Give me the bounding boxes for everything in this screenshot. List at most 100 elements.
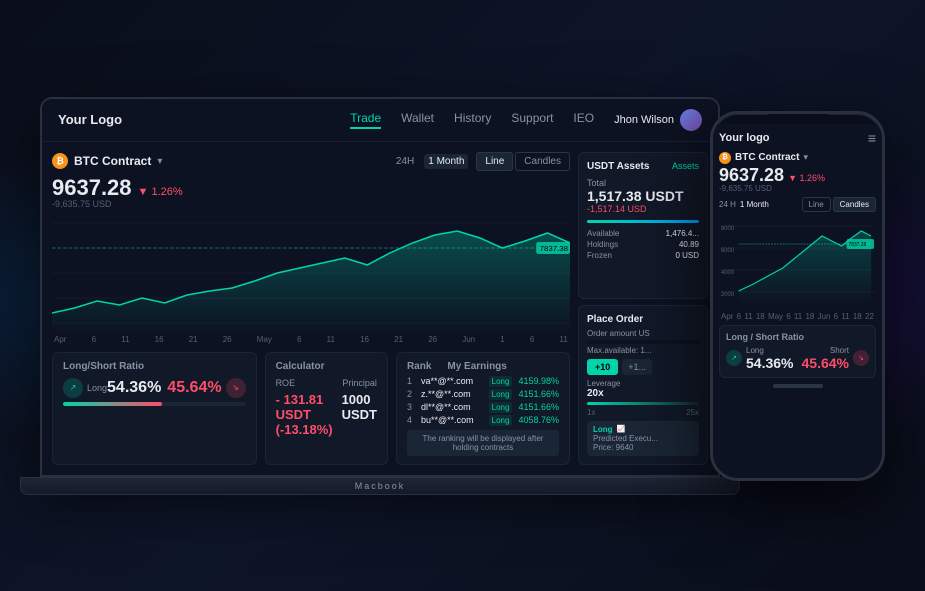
order-amount-input[interactable] [587,340,699,344]
frozen-label: Frozen [587,251,612,260]
phone-price-change: ▼ 1.26% [788,173,825,183]
calc-values-row: - 131.81 USDT (-13.18%) 1000 USDT [276,392,377,437]
predicted-box: Long 📈 Predicted Execu... Price: 9640 [587,421,699,456]
available-label: Available [587,229,619,238]
svg-text:2000: 2000 [721,291,735,297]
phone-device: Your logo ≡ ₿ BTC Contract ▾ 9637.28 ▼ 1… [710,111,885,481]
assets-link[interactable]: Assets [672,161,699,171]
chart-price-usd: -9,635.75 USD [52,199,570,209]
chart-type-line[interactable]: Line [476,152,513,171]
rank-4: 4 [407,415,415,425]
phone-contract-row: ₿ BTC Contract ▾ [719,152,876,164]
chart-title-area: ₿ BTC Contract ▾ [52,153,162,169]
phone-price-usd: -9,635.75 USD [719,184,876,193]
laptop-wrapper: Your Logo Trade Wallet History Support I… [40,97,740,495]
phone-period-1month[interactable]: 1 Month [740,200,769,209]
ls-row: ↗ Long 54.36% 45.64% ↘ [63,378,246,398]
email-1: va**@**.com [421,376,483,386]
email-4: bu**@**.com [421,415,483,425]
ls-short-row: 45.64% ↘ [167,378,245,398]
available-value: 1,476.4... [666,229,699,238]
rank-2: 2 [407,389,415,399]
earn-3: 4151.66% [518,402,559,412]
period-1month[interactable]: 1 Month [424,154,468,169]
earnings-box: Rank My Earnings 1 va**@**.com Long 4159… [396,352,570,465]
roe-value: - 131.81 USDT (-13.18%) [276,392,342,437]
avatar [680,109,702,131]
leverage-slider[interactable] [587,402,699,405]
leverage-label: Leverage [587,379,699,388]
assets-total-change: -1,517.14 USD [587,204,699,214]
nav-logo: Your Logo [58,112,122,127]
phone-btc-icon: ₿ [719,152,731,164]
earnings-row-1: 1 va**@**.com Long 4159.98% [407,376,559,387]
earnings-header: Rank My Earnings [407,361,559,372]
phone-chart-svg: 8000 6000 4000 2000 7837.28 [719,216,876,306]
order-btn-more[interactable]: +1... [622,359,652,375]
order-btn-plus10[interactable]: +10 [587,359,618,375]
type-1: Long [489,376,513,387]
earnings-row-2: 2 z.**@**.com Long 4151.66% [407,389,559,400]
chart-section: ₿ BTC Contract ▾ 24H 1 Month Line Can [52,152,570,465]
earnings-row-4: 4 bu**@**.com Long 4058.76% [407,415,559,426]
nav-link-ieo[interactable]: IEO [573,111,594,129]
calculator-box: Calculator ROE Principal - 131.81 USDT (… [265,352,388,465]
ranking-notice: The ranking will be displayed after hold… [407,430,559,456]
svg-text:8000: 8000 [721,225,735,231]
earn-4: 4058.76% [518,415,559,425]
phone-type-btns: Line Candles [802,197,876,212]
ls-short-pct: 45.64% [167,379,221,397]
laptop-device: Your Logo Trade Wallet History Support I… [40,97,720,477]
nav-link-trade[interactable]: Trade [350,111,381,129]
nav-link-support[interactable]: Support [511,111,553,129]
phone-x-axis: Apr 6 11 18 May 6 11 18 Jun 6 11 18 22 [719,312,876,321]
phone-menu-icon[interactable]: ≡ [868,130,876,146]
chart-type-btns: Line Candles [476,152,570,171]
chart-price-change: ▼ 1.26% [138,186,183,198]
rank-1: 1 [407,376,415,386]
phone-price-row: 9637.28 ▼ 1.26% [719,166,876,184]
phone-notch [768,114,828,124]
phone-type-line[interactable]: Line [802,197,831,212]
phone-ls-title: Long / Short Ratio [726,332,869,342]
phone-wrapper: Your logo ≡ ₿ BTC Contract ▾ 9637.28 ▼ 1… [710,111,885,481]
phone-short-pct: 45.64% [802,355,849,371]
chart-caret-icon: ▾ [157,156,162,167]
bottom-sections: Long/Short Ratio ↗ Long 54.36% 45.64% [52,352,570,465]
nav-link-history[interactable]: History [454,111,491,129]
svg-text:7837.28: 7837.28 [849,241,867,247]
svg-text:6000: 6000 [721,247,735,253]
phone-ls-long-icon: ↗ [726,350,742,366]
assets-total-value: 1,517.38 USDT [587,188,699,205]
phone-nav: Your logo ≡ [719,130,876,146]
chart-type-candles[interactable]: Candles [515,152,570,171]
leverage-min: 1x [587,408,595,417]
ls-short-icon: ↘ [226,378,246,398]
phone-period-24h[interactable]: 24 H [719,200,736,209]
phone-type-candles[interactable]: Candles [833,197,876,212]
rank-3: 3 [407,402,415,412]
assets-available-row: Available 1,476.4... [587,229,699,238]
nav-username: Jhon Wilson [614,114,674,126]
period-24h[interactable]: 24H [392,154,418,169]
roe-label: ROE [276,378,296,388]
type-4: Long [489,415,513,426]
nav-link-wallet[interactable]: Wallet [401,111,434,129]
assets-box: USDT Assets Assets Total 1,517.38 USDT -… [578,152,708,299]
assets-bar [587,220,699,223]
phone-ls-long: ↗ Long 54.36% [726,346,793,371]
phone-long-label: Long [746,346,793,355]
laptop-screen: Your Logo Trade Wallet History Support I… [42,99,718,475]
assets-title: USDT Assets [587,161,649,172]
assets-holdings-row: Holdings 40.89 [587,240,699,249]
phone-ls-short-icon: ↘ [853,350,869,366]
email-3: dl**@**.com [421,402,483,412]
frozen-value: 0 USD [675,251,699,260]
chart-period: 24H 1 Month [392,154,469,169]
laptop-brand: Macbook [355,481,406,491]
phone-contract-title: BTC Contract [735,152,799,163]
long-short-title: Long/Short Ratio [63,361,246,372]
nav-bar: Your Logo Trade Wallet History Support I… [42,99,718,142]
predicted-sublabel: Predicted Execu... [593,434,693,443]
phone-long-pct: 54.36% [746,355,793,371]
